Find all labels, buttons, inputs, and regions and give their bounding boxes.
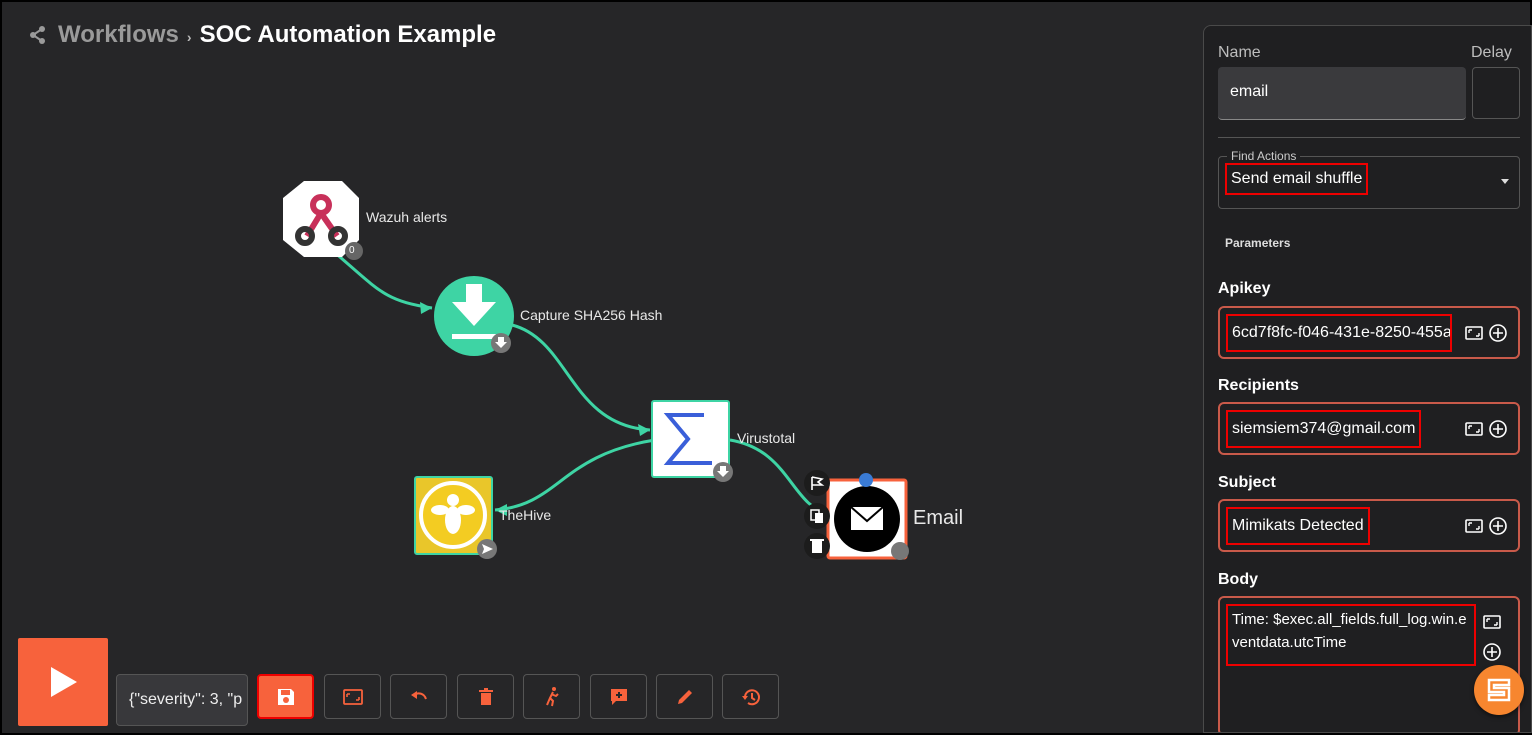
subject-field[interactable]: Mimikats Detected [1218, 499, 1520, 552]
chevron-down-icon[interactable] [1501, 179, 1509, 184]
edge-virustotal-thehive [494, 438, 656, 512]
edge-capture-virustotal [511, 323, 651, 432]
node-label-thehive: TheHive [499, 507, 552, 523]
breadcrumb-workflows-link[interactable]: Workflows [58, 21, 179, 49]
edit-button[interactable] [656, 674, 713, 719]
add-variable-icon[interactable] [1482, 642, 1502, 662]
parameters-title: Parameters [1225, 236, 1291, 250]
expand-icon[interactable] [1464, 516, 1484, 536]
name-label: Name [1218, 44, 1261, 61]
save-button[interactable] [257, 674, 314, 719]
subject-label: Subject [1218, 474, 1276, 491]
history-icon [741, 688, 760, 705]
breadcrumb-separator: › [186, 29, 192, 45]
node-label-virustotal: Virustotal [737, 430, 796, 446]
apikey-field[interactable]: 6cd7f8fc-f046-431e-8250-455a9 [1218, 306, 1520, 359]
delete-button[interactable] [457, 674, 514, 719]
shuffle-logo-icon [1487, 678, 1511, 702]
node-thehive[interactable] [414, 476, 497, 559]
node-label-email: Email [913, 507, 964, 529]
find-actions-legend: Find Actions [1227, 149, 1301, 163]
expand-icon[interactable] [1482, 612, 1502, 632]
pencil-icon [677, 689, 692, 704]
recipients-value[interactable]: siemsiem374@gmail.com [1226, 410, 1422, 448]
body-value[interactable]: Time: $exec.all_fields.full_log.win.even… [1226, 604, 1476, 666]
expand-icon[interactable] [1464, 323, 1484, 343]
expand-icon[interactable] [1464, 419, 1484, 439]
subject-value[interactable]: Mimikats Detected [1226, 507, 1370, 545]
body-label: Body [1218, 571, 1258, 588]
name-input[interactable]: email [1218, 67, 1466, 120]
page-title: SOC Automation Example [199, 21, 497, 48]
fit-screen-icon [342, 688, 363, 705]
play-icon [51, 667, 77, 697]
node-handle [859, 473, 873, 487]
node-virustotal[interactable] [651, 400, 733, 482]
add-variable-icon[interactable] [1488, 323, 1508, 343]
action-config-panel: Name Delay email Find Actions Send email… [1203, 25, 1532, 733]
fit-view-button[interactable] [324, 674, 381, 719]
run-workflow-button[interactable] [18, 638, 108, 726]
add-variable-icon[interactable] [1488, 419, 1508, 439]
delay-input[interactable] [1472, 67, 1520, 119]
add-comment-icon [610, 688, 627, 705]
add-variable-icon[interactable] [1488, 516, 1508, 536]
help-chat-button[interactable] [1474, 665, 1524, 715]
apikey-label: Apikey [1218, 280, 1271, 297]
recipients-label: Recipients [1218, 377, 1299, 394]
flag-icon[interactable] [804, 470, 830, 496]
undo-button[interactable] [390, 674, 447, 719]
share-icon [30, 26, 45, 44]
body-field[interactable]: Time: $exec.all_fields.full_log.win.even… [1218, 596, 1520, 732]
node-label-wazuh: Wazuh alerts [366, 209, 448, 225]
trash-icon [478, 687, 493, 705]
recipients-field[interactable]: siemsiem374@gmail.com [1218, 402, 1520, 455]
apikey-value[interactable]: 6cd7f8fc-f046-431e-8250-455a9 [1226, 314, 1452, 352]
divider [1218, 137, 1520, 138]
save-icon [277, 688, 294, 705]
action-type-badge [891, 542, 909, 560]
workflow-edges [319, 238, 831, 517]
arrow-to-capture [420, 302, 432, 314]
arrow-to-virustotal [638, 424, 650, 436]
find-actions-value: Send email shuffle [1225, 163, 1369, 195]
node-label-capture: Capture SHA256 Hash [520, 307, 663, 323]
history-button[interactable] [722, 674, 779, 719]
node-capture-sha256[interactable] [434, 276, 514, 356]
trigger-count: 0 [349, 245, 355, 256]
breadcrumb: Workflows › SOC Automation Example [28, 20, 496, 50]
delay-label: Delay [1471, 44, 1512, 61]
test-run-button[interactable] [523, 674, 580, 719]
undo-icon [410, 690, 427, 699]
find-actions-select[interactable]: Find Actions Send email shuffle [1218, 149, 1520, 209]
node-email[interactable] [804, 470, 909, 560]
execution-argument-input[interactable]: {"severity": 3, "p [116, 674, 248, 726]
add-comment-button[interactable] [590, 674, 647, 719]
running-person-icon [545, 686, 559, 706]
